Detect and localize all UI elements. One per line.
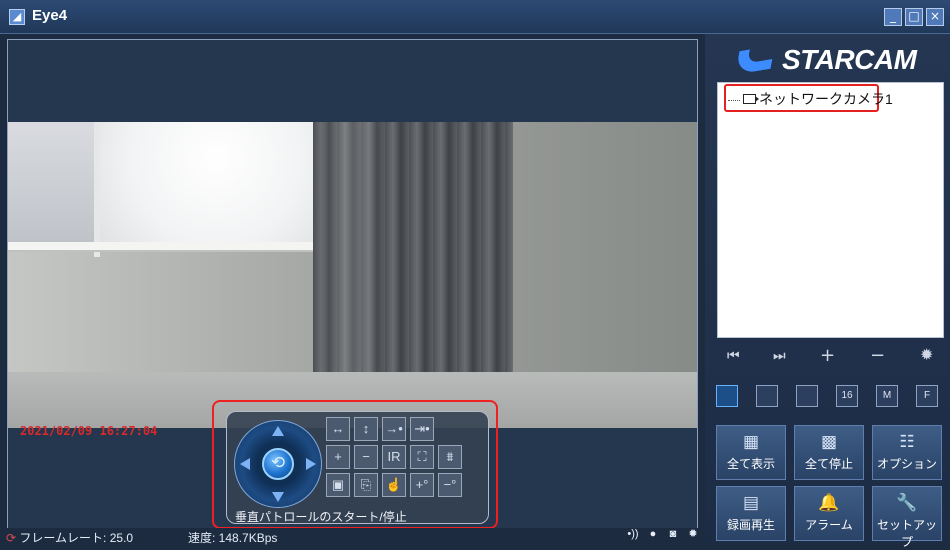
camera-icon[interactable]: ◙ (667, 528, 679, 540)
show-all-button[interactable]: ▦ 全て表示 (716, 425, 786, 480)
patrol-stop-button[interactable]: →• (382, 417, 406, 441)
ptz-center-icon[interactable]: ⟲ (262, 448, 294, 480)
tilt-down-button[interactable] (272, 492, 284, 502)
tilt-up-button[interactable] (272, 426, 284, 436)
image-settings-button[interactable]: ▣ (326, 473, 350, 497)
layout-m-button[interactable]: M (876, 385, 898, 407)
bell-icon: 🔔 (818, 493, 840, 512)
layout-selector: 16 M F (716, 385, 946, 409)
vertical-patrol-button[interactable]: ↕ (354, 417, 378, 441)
window-left-pane (8, 122, 96, 242)
window-right-pane (98, 122, 313, 242)
camera-feed (8, 122, 697, 428)
alarm-button[interactable]: 🔔 アラーム (794, 486, 864, 541)
stop-grid-icon: ▩ (820, 432, 838, 451)
maximize-button[interactable]: □ (905, 8, 923, 26)
status-bar: ⟳ フレームレート: 25.0 速度: 148.7KBps •)) ● ◙ ✹ (0, 528, 705, 546)
app-icon: ◢ (9, 9, 25, 25)
preset-add-button[interactable]: +° (410, 473, 434, 497)
stop-all-button[interactable]: ▩ 全て停止 (794, 425, 864, 480)
brand-mark-icon (734, 45, 776, 75)
minimize-button[interactable]: _ (884, 8, 902, 26)
window-title: Eye4 (32, 7, 68, 24)
playback-icon: ▤ (742, 493, 760, 512)
layout-4-button[interactable] (756, 385, 778, 407)
layout-f-button[interactable]: F (916, 385, 938, 407)
brand-logo: STARCAM (734, 40, 943, 80)
recording-playback-button[interactable]: ▤ 録画再生 (716, 486, 786, 541)
function-grid: ▦ 全て表示 ▩ 全て停止 ☷ オプション ▤ 録画再生 🔔 アラーム 🔧 セッ… (716, 425, 946, 549)
setup-button[interactable]: 🔧 セットアップ (872, 486, 942, 549)
horizontal-patrol-button[interactable]: ↔ (326, 417, 350, 441)
ptz-panel: ⟲ ↔ ↕ →• ⇥• + − IR ⛶ ⩩ ▣ ⎘ ☝ +° −° 垂直パトロ… (226, 411, 489, 524)
preset-remove-button[interactable]: −° (438, 473, 462, 497)
remove-device-button[interactable]: − (870, 345, 885, 366)
timestamp: 2021/02/09 16:27:04 (20, 424, 158, 438)
add-device-button[interactable]: + (820, 345, 835, 366)
zoom-out-button[interactable]: − (354, 445, 378, 469)
speed-status: 速度: 148.7KBps (188, 531, 278, 545)
tree-connector (728, 99, 740, 101)
lock-preset-button[interactable]: ⎘ (354, 473, 378, 497)
close-button[interactable]: × (926, 8, 944, 26)
device-list[interactable] (717, 82, 944, 338)
layout-16-button[interactable]: 16 (836, 385, 858, 407)
ptz-button-grid: ↔ ↕ →• ⇥• + − IR ⛶ ⩩ ▣ ⎘ ☝ +° −° (326, 417, 485, 503)
settings-icon[interactable]: ✹ (687, 528, 699, 540)
ptz-caption: 垂直パトロールのスタート/停止 (235, 510, 407, 524)
brand-name: STARCAM (782, 44, 917, 75)
framerate-status: ⟳ フレームレート: 25.0 (6, 529, 133, 546)
device-label: ネットワークカメラ1 (759, 91, 893, 107)
touch-lock-button[interactable]: ☝ (382, 473, 406, 497)
fullscreen-button[interactable]: ⛶ (410, 445, 434, 469)
window-frame-post (94, 122, 100, 257)
record-dot-icon[interactable]: ● (647, 528, 659, 540)
device-item[interactable]: ネットワークカメラ1 (728, 89, 893, 109)
wrench-icon: 🔧 (896, 493, 918, 512)
pan-left-button[interactable] (240, 458, 250, 470)
first-page-button[interactable]: ⏮ (727, 348, 740, 364)
curtain-highlight (323, 122, 383, 390)
options-icon: ☷ (899, 432, 915, 451)
ptz-dial[interactable]: ⟲ (234, 420, 322, 508)
pan-right-button[interactable] (306, 458, 316, 470)
title-bar: ◢ Eye4 _ □ × (0, 0, 950, 34)
layout-1-button[interactable] (716, 385, 738, 407)
device-settings-button[interactable]: ✹ (920, 345, 933, 364)
ir-toggle-button[interactable]: IR (382, 445, 406, 469)
layout-9-button[interactable] (796, 385, 818, 407)
grid-icon: ▦ (742, 432, 760, 451)
device-controls: ⏮ ⏭ + − ✹ (717, 345, 944, 367)
camera-device-icon (743, 94, 759, 104)
options-button[interactable]: ☷ オプション (872, 425, 942, 480)
zoom-in-button[interactable]: + (326, 445, 350, 469)
patrol-reset-button[interactable]: ⇥• (410, 417, 434, 441)
speaker-icon[interactable]: •)) (627, 528, 639, 540)
last-page-button[interactable]: ⏭ (773, 348, 786, 364)
mirror-button[interactable]: ⩩ (438, 445, 462, 469)
status-icons: •)) ● ◙ ✹ (627, 528, 699, 540)
window-frame-bar (8, 242, 313, 252)
